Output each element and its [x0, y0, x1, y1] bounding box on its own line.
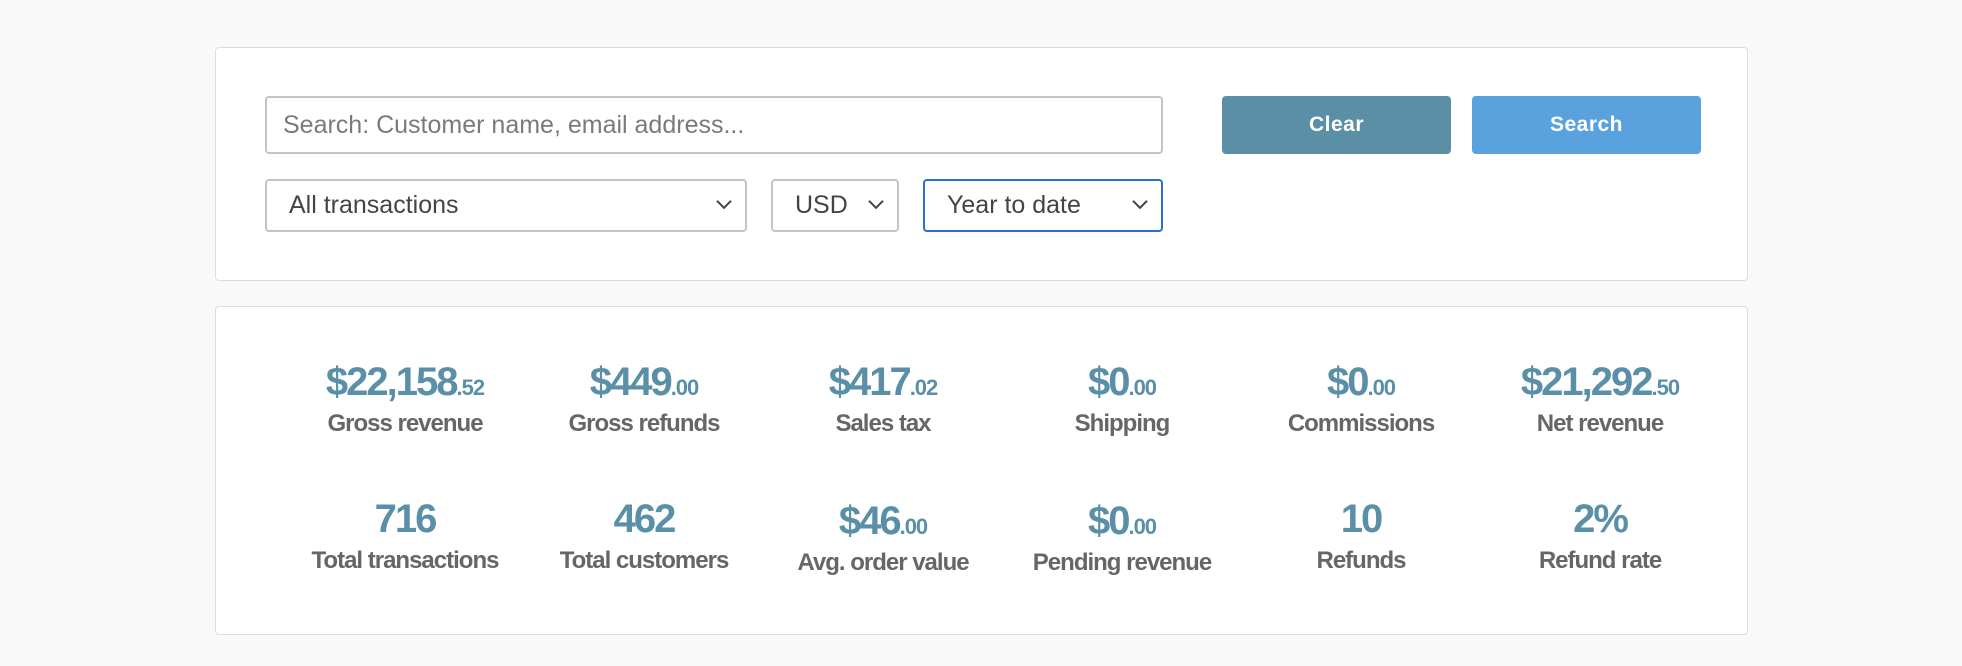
stat-gross-refunds: $449.00 Gross refunds	[524, 358, 764, 438]
currency-value: USD	[795, 191, 848, 219]
stat-label: Gross refunds	[568, 410, 720, 437]
stat-value: $417.02	[828, 360, 939, 404]
transaction-type-value: All transactions	[289, 191, 459, 219]
stat-total-transactions: 716 Total transactions	[285, 495, 525, 575]
stat-avg-order-value: $46.00 Avg. order value	[763, 497, 1003, 577]
stat-total-customers: 462 Total customers	[524, 495, 764, 575]
search-input[interactable]	[265, 96, 1163, 154]
stat-sales-tax: $417.02 Sales tax	[763, 358, 1003, 438]
stat-value: $0.00	[1087, 499, 1157, 543]
stat-value: 716	[374, 497, 438, 541]
stat-value: $46.00	[838, 499, 928, 543]
stat-gross-revenue: $22,158.52 Gross revenue	[285, 358, 525, 438]
date-range-select[interactable]: Year to date	[923, 179, 1163, 232]
stat-label: Refunds	[1316, 547, 1407, 574]
clear-button[interactable]: Clear	[1222, 96, 1451, 154]
currency-select[interactable]: USD	[771, 179, 899, 232]
stat-value: $0.00	[1326, 360, 1396, 404]
stat-pending-revenue: $0.00 Pending revenue	[1002, 497, 1242, 577]
stat-label: Sales tax	[835, 410, 931, 437]
chevron-down-icon	[1132, 199, 1148, 209]
stat-refund-rate: 2% Refund rate	[1480, 495, 1720, 575]
chevron-down-icon	[868, 199, 884, 209]
date-range-value: Year to date	[947, 191, 1081, 219]
filter-panel: Clear Search All transactions USD Year t…	[215, 47, 1748, 281]
stat-value: $21,292.50	[1520, 360, 1680, 404]
stat-label: Total customers	[559, 547, 730, 574]
stat-label: Refund rate	[1538, 547, 1662, 574]
chevron-down-icon	[716, 199, 732, 209]
transaction-type-select[interactable]: All transactions	[265, 179, 747, 232]
stat-label: Pending revenue	[1032, 549, 1212, 576]
stat-label: Avg. order value	[797, 549, 969, 576]
stat-value: $0.00	[1087, 360, 1157, 404]
stat-value: 462	[613, 497, 677, 541]
stat-value: $22,158.52	[325, 360, 485, 404]
stat-shipping: $0.00 Shipping	[1002, 358, 1242, 438]
stat-net-revenue: $21,292.50 Net revenue	[1480, 358, 1720, 438]
stat-value: 2%	[1573, 497, 1629, 541]
stat-value: $449.00	[589, 360, 700, 404]
stats-panel: $22,158.52 Gross revenue $449.00 Gross r…	[215, 306, 1748, 635]
stat-label: Total transactions	[311, 547, 500, 574]
stat-label: Commissions	[1287, 410, 1435, 437]
stat-label: Gross revenue	[327, 410, 483, 437]
stat-label: Net revenue	[1536, 410, 1664, 437]
stat-label: Shipping	[1074, 410, 1171, 437]
search-button[interactable]: Search	[1472, 96, 1701, 154]
stat-value: 10	[1340, 497, 1383, 541]
stat-refunds: 10 Refunds	[1241, 495, 1481, 575]
stat-commissions: $0.00 Commissions	[1241, 358, 1481, 438]
